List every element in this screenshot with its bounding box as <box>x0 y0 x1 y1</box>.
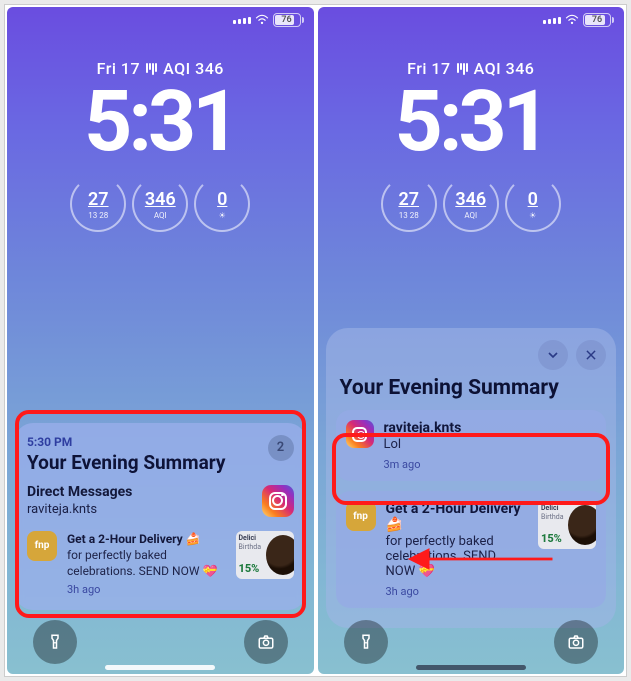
aqi-sublabel: AQI <box>154 211 167 220</box>
promo-line1: Delici <box>541 504 559 512</box>
notification-item-fnp[interactable]: fnp Get a 2-Hour Delivery 🍰 for perfectl… <box>27 531 294 598</box>
msg-time: 3m ago <box>384 458 597 471</box>
notification-item-fnp[interactable]: fnp Get a 2-Hour Delivery 🍰 for perfectl… <box>336 491 607 608</box>
promo-discount: 15% <box>541 532 562 545</box>
flashlight-button[interactable] <box>33 620 77 664</box>
fnp-title: Get a 2-Hour Delivery 🍰 <box>67 531 226 547</box>
lock-time: 5:31 <box>7 80 314 164</box>
lock-widgets: 2713 28 346AQI 0☀ <box>318 176 625 232</box>
battery-icon: 76 <box>273 13 304 27</box>
fnp-promo-thumb: Delici Birthda 15% <box>236 531 294 579</box>
weather-range: 13 28 <box>399 211 419 220</box>
fnp-app-icon: fnp <box>27 531 57 561</box>
status-bar: 76 <box>318 13 615 27</box>
uv-widget[interactable]: 0☀ <box>505 176 561 232</box>
notification-item-instagram[interactable]: raviteja.knts Lol 3m ago <box>336 410 607 481</box>
msg-username: raviteja.knts <box>384 420 597 436</box>
lockscreen-collapsed: 76 Fri 17 AQI 346 5:31 2713 28 346AQI 0☀… <box>7 7 314 674</box>
weather-temp: 27 <box>398 189 419 210</box>
lock-header: Fri 17 AQI 346 5:31 2713 28 346AQI 0☀ <box>7 59 314 232</box>
wifi-icon <box>565 14 579 26</box>
flashlight-icon <box>357 633 375 651</box>
summary-title: Your Evening Summary <box>340 376 603 400</box>
camera-button[interactable] <box>554 620 598 664</box>
sun-icon: ☀ <box>219 211 226 220</box>
summary-panel-expanded: Your Evening Summary raviteja.knts Lol 3… <box>326 328 617 628</box>
flashlight-button[interactable] <box>344 620 388 664</box>
flashlight-icon <box>46 633 64 651</box>
collapse-button[interactable] <box>538 340 568 370</box>
battery-icon: 76 <box>583 13 614 27</box>
dm-heading: Direct Messages <box>27 484 294 500</box>
camera-button[interactable] <box>244 620 288 664</box>
home-indicator[interactable] <box>105 665 215 670</box>
fnp-title: Get a 2-Hour Delivery 🍰 <box>386 501 529 533</box>
cake-icon <box>266 535 294 575</box>
sun-icon: ☀ <box>529 211 536 220</box>
promo-line2: Birthda <box>239 543 262 551</box>
lock-header: Fri 17 AQI 346 5:31 2713 28 346AQI 0☀ <box>318 59 625 232</box>
fnp-body: for perfectly baked celebrations. SEND N… <box>67 547 226 579</box>
fnp-app-icon: fnp <box>346 501 376 531</box>
instagram-icon <box>262 485 294 517</box>
promo-discount: 15% <box>239 562 260 575</box>
aqi-value: 346 <box>455 189 486 210</box>
weather-temp: 27 <box>88 189 109 210</box>
status-bar: 76 <box>7 13 304 27</box>
promo-line2: Birthda <box>541 513 564 521</box>
wifi-icon <box>255 14 269 26</box>
lock-widgets: 2713 28 346AQI 0☀ <box>7 176 314 232</box>
fnp-time: 3h ago <box>67 583 226 598</box>
battery-level: 76 <box>281 15 291 25</box>
fnp-body: for perfectly baked celebrations. SEND N… <box>386 534 529 579</box>
lockscreen-expanded: 76 Fri 17 AQI 346 5:31 2713 28 346AQI 0☀… <box>318 7 625 674</box>
summary-time: 5:30 PM <box>27 435 294 449</box>
close-icon <box>584 348 598 362</box>
dm-username: raviteja.knts <box>27 502 294 517</box>
summary-card-collapsed[interactable]: 5:30 PM Your Evening Summary 2 Direct Me… <box>15 423 306 610</box>
weather-range: 13 28 <box>88 211 108 220</box>
lock-time: 5:31 <box>318 80 625 164</box>
aqi-widget[interactable]: 346AQI <box>443 176 499 232</box>
home-indicator[interactable] <box>416 665 526 670</box>
summary-title: Your Evening Summary <box>27 451 294 474</box>
cake-icon <box>568 505 596 545</box>
battery-level: 76 <box>592 15 602 25</box>
fnp-promo-thumb: Delici Birthda 15% <box>538 501 596 549</box>
summary-count-badge: 2 <box>268 435 294 461</box>
uv-widget[interactable]: 0☀ <box>194 176 250 232</box>
msg-text: Lol <box>384 437 597 452</box>
cellular-icon <box>233 17 251 24</box>
instagram-icon <box>346 420 374 448</box>
camera-icon <box>257 633 275 651</box>
close-button[interactable] <box>576 340 606 370</box>
aqi-widget[interactable]: 346AQI <box>132 176 188 232</box>
camera-icon <box>567 633 585 651</box>
aqi-value: 346 <box>145 189 176 210</box>
uv-value: 0 <box>217 189 227 210</box>
chevron-down-icon <box>545 347 561 363</box>
aqi-sublabel: AQI <box>464 211 477 220</box>
uv-value: 0 <box>528 189 538 210</box>
promo-line1: Delici <box>239 534 257 542</box>
fnp-time: 3h ago <box>386 585 529 598</box>
weather-widget[interactable]: 2713 28 <box>381 176 437 232</box>
weather-widget[interactable]: 2713 28 <box>70 176 126 232</box>
cellular-icon <box>543 17 561 24</box>
